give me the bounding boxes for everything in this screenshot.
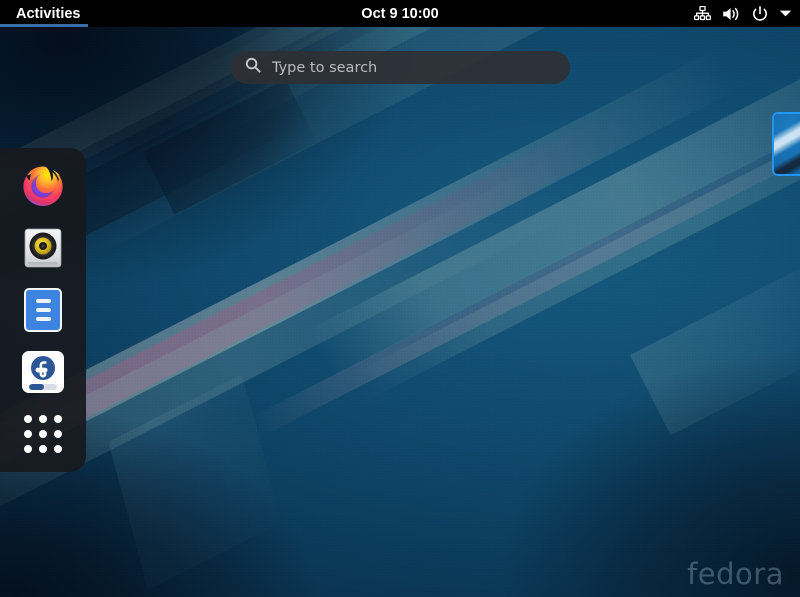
system-status-area[interactable]	[694, 0, 792, 27]
window-preview-thumbnail[interactable]	[772, 112, 800, 176]
media-player-icon	[21, 226, 65, 270]
clock-label[interactable]: Oct 9 10:00	[361, 6, 438, 22]
firefox-icon	[20, 163, 66, 209]
dock-item-files[interactable]	[19, 286, 67, 334]
power-icon	[752, 5, 768, 22]
search-placeholder: Type to search	[272, 59, 378, 76]
search-icon	[245, 57, 261, 78]
fedora-progress-fill	[29, 383, 45, 390]
files-drawer-handle	[35, 308, 51, 312]
files-drawer-handle	[35, 317, 51, 321]
dock-item-fedora[interactable]	[19, 348, 67, 396]
dock-item-firefox[interactable]	[19, 162, 67, 210]
activities-button[interactable]: Activities	[0, 0, 94, 27]
overview-dim-overlay	[0, 27, 800, 597]
files-cabinet-icon	[24, 288, 62, 332]
show-applications-button[interactable]	[19, 410, 67, 458]
gnome-shell-overview: fedora Activities Oct 9 10:00 Type to se…	[0, 0, 800, 597]
clock: Oct 9 10:00	[0, 6, 800, 22]
dock-item-rhythmbox[interactable]	[19, 224, 67, 272]
files-drawer-handle	[35, 299, 51, 303]
fedora-logo-icon	[22, 351, 64, 393]
search-input[interactable]: Type to search	[231, 51, 570, 84]
fedora-watermark: fedora	[687, 557, 784, 591]
volume-icon	[722, 6, 741, 22]
app-grid-icon	[24, 415, 62, 453]
top-bar: Activities Oct 9 10:00	[0, 0, 800, 27]
dash-dock	[0, 148, 86, 472]
chevron-down-icon	[779, 9, 792, 18]
network-wired-icon	[694, 6, 711, 21]
window-preview-content	[774, 114, 800, 174]
activities-label: Activities	[16, 5, 81, 22]
fedora-progress-bar	[29, 383, 57, 390]
activities-active-indicator	[0, 24, 88, 27]
